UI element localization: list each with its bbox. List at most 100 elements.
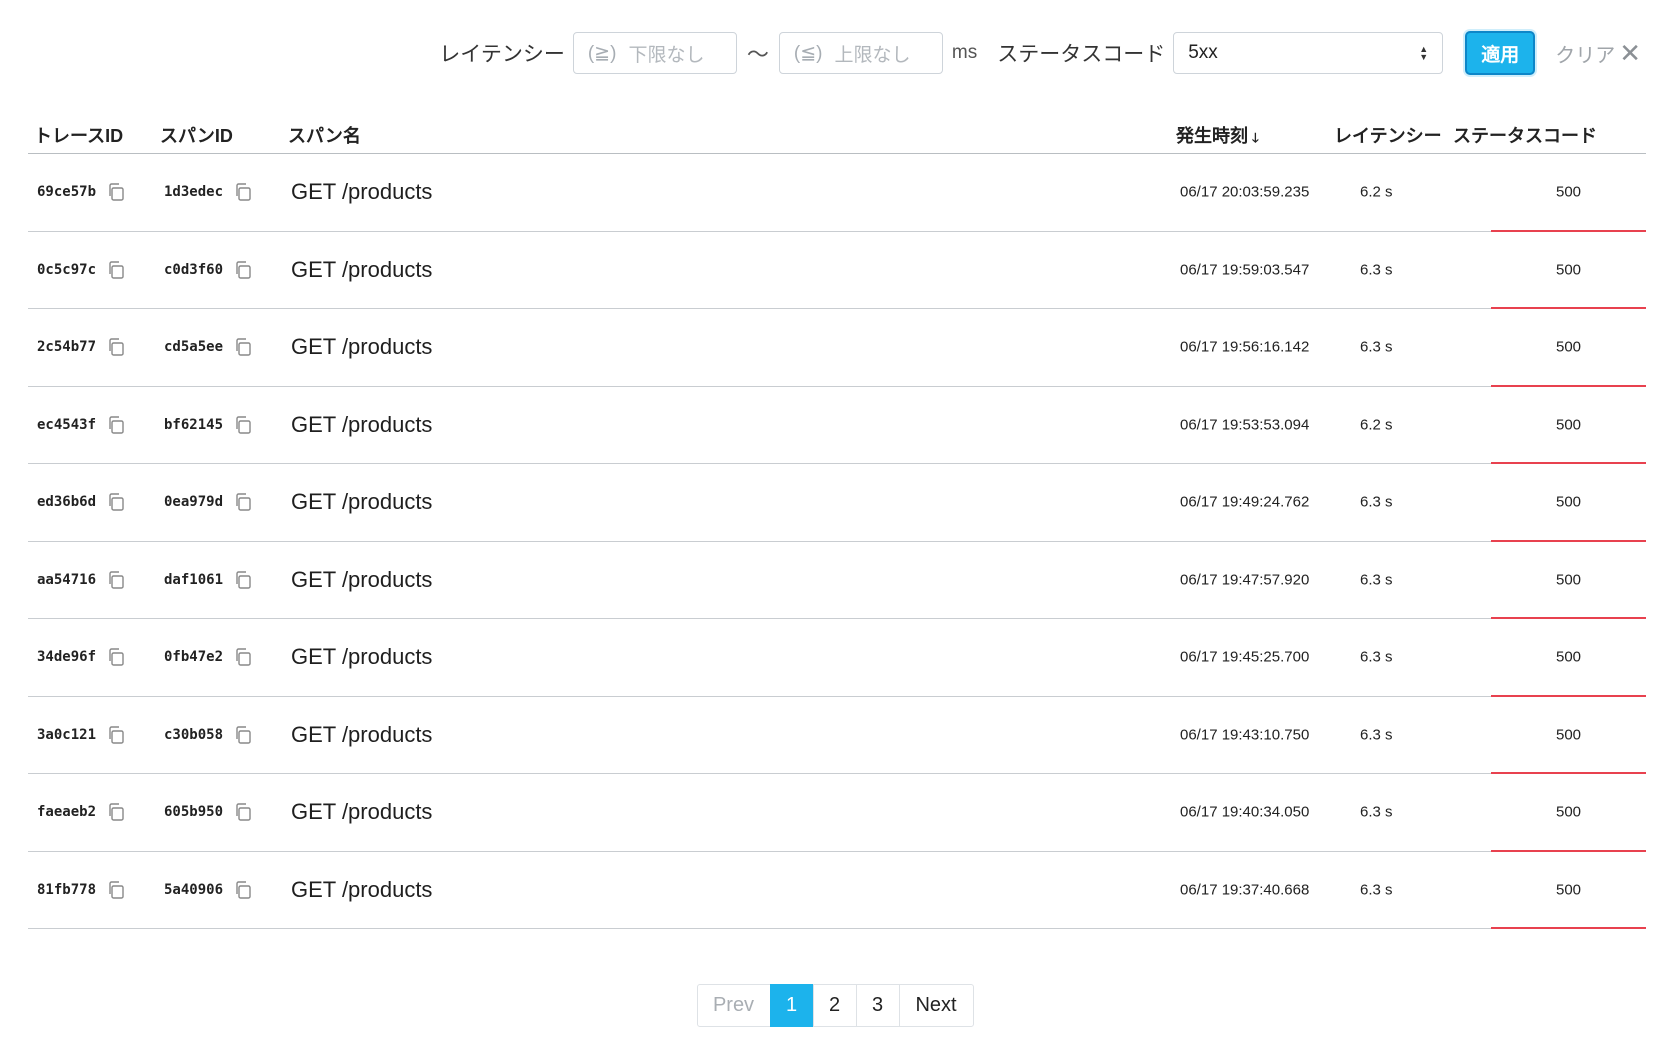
span-name-link[interactable]: GET /products [291,412,432,438]
span-name-link[interactable]: GET /products [291,644,432,670]
status-cell: 500 [1491,774,1646,852]
span-name-link[interactable]: GET /products [291,257,432,283]
latency-cell: 6.3 s [1360,648,1393,666]
copy-icon[interactable] [106,415,126,435]
copy-icon[interactable] [106,570,126,590]
table-row: ed36b6d 0ea979d GET /products 06/17 19:4… [28,464,1646,542]
copy-icon[interactable] [233,880,253,900]
span-table: トレースID スパンID スパン名 発生時刻 🡓 レイテンシー ステータスコード … [28,110,1646,929]
copy-icon[interactable] [106,880,126,900]
span-id-link[interactable]: 1d3edec [164,184,223,200]
header-timestamp-label: 発生時刻 [1176,126,1248,146]
copy-icon[interactable] [106,337,126,357]
span-name-link[interactable]: GET /products [291,179,432,205]
copy-icon[interactable] [233,647,253,667]
span-id-link[interactable]: 0fb47e2 [164,649,223,665]
trace-id-link[interactable]: 3a0c121 [37,727,96,743]
latency-max-placeholder: 上限なし [834,44,911,66]
range-separator: ～ [746,42,769,67]
copy-icon[interactable] [106,802,126,822]
arrow-down-icon: 🡓 [1252,130,1259,145]
apply-button[interactable]: 適用 [1465,31,1536,75]
timestamp-cell: 06/17 19:49:24.762 [1180,493,1310,511]
close-icon: ✕ [1619,37,1641,68]
span-id-link[interactable]: 5a40906 [164,882,223,898]
status-cell: 500 [1491,309,1646,387]
table-row: 69ce57b 1d3edec GET /products 06/17 20:0… [28,154,1646,232]
timestamp-cell: 06/17 19:43:10.750 [1180,726,1310,744]
latency-min-input[interactable]: (≧) 下限なし [572,32,737,74]
status-code-value: 500 [1555,493,1582,511]
trace-id-link[interactable]: ec4543f [37,417,96,433]
trace-id-link[interactable]: 69ce57b [37,184,96,200]
copy-icon[interactable] [233,725,253,745]
copy-icon[interactable] [106,492,126,512]
status-cell: 500 [1491,387,1646,464]
table-row: aa54716 daf1061 GET /products 06/17 19:4… [28,542,1646,619]
min-operator: (≧) [587,42,617,64]
trace-id-link[interactable]: 34de96f [37,649,96,665]
copy-icon[interactable] [233,802,253,822]
latency-cell: 6.3 s [1360,493,1393,511]
trace-id-link[interactable]: 0c5c97c [37,262,96,278]
span-name-link[interactable]: GET /products [291,334,432,360]
status-cell: 500 [1491,542,1646,619]
span-id-link[interactable]: cd5a5ee [164,339,223,355]
next-page-button[interactable]: Next [898,984,974,1027]
trace-id-link[interactable]: faeaeb2 [37,804,96,820]
trace-id-link[interactable]: aa54716 [37,572,96,588]
span-id-link[interactable]: c30b058 [164,727,223,743]
span-id-link[interactable]: c0d3f60 [164,262,223,278]
latency-unit: ms [951,42,978,63]
status-cell: 500 [1491,464,1646,542]
status-code-value: 500 [1555,183,1582,201]
copy-icon[interactable] [233,337,253,357]
filter-bar: レイテンシー (≧) 下限なし ～ (≦) 上限なし ms ステータスコード 5… [439,31,1641,75]
copy-icon[interactable] [233,492,253,512]
page-3-button[interactable]: 3 [855,984,900,1027]
copy-icon[interactable] [233,260,253,280]
copy-icon[interactable] [106,725,126,745]
status-cell: 500 [1491,154,1646,232]
timestamp-cell: 06/17 19:40:34.050 [1180,803,1310,821]
latency-cell: 6.2 s [1360,183,1393,201]
prev-page-button[interactable]: Prev [696,984,771,1027]
status-code-value: 500 [1555,261,1582,279]
trace-id-link[interactable]: 81fb778 [37,882,96,898]
status-code-value: 500 [1555,648,1582,666]
span-name-link[interactable]: GET /products [291,877,432,903]
span-id-link[interactable]: daf1061 [164,572,223,588]
table-header: トレースID スパンID スパン名 発生時刻 🡓 レイテンシー ステータスコード [28,110,1646,154]
copy-icon[interactable] [106,182,126,202]
header-timestamp[interactable]: 発生時刻 🡓 [1176,122,1259,151]
header-span-id: スパンID [160,126,233,146]
span-id-link[interactable]: 0ea979d [164,494,223,510]
clear-label: クリア [1555,44,1616,67]
copy-icon[interactable] [233,415,253,435]
latency-cell: 6.3 s [1360,803,1393,821]
error-underline [1491,927,1646,929]
copy-icon[interactable] [106,260,126,280]
page-2-button[interactable]: 2 [812,984,857,1027]
copy-icon[interactable] [233,182,253,202]
span-id-link[interactable]: 605b950 [164,804,223,820]
span-name-link[interactable]: GET /products [291,567,432,593]
span-name-link[interactable]: GET /products [291,489,432,515]
span-id-link[interactable]: bf62145 [164,417,223,433]
select-arrows-icon: ▲ ▼ [1419,44,1429,62]
latency-cell: 6.3 s [1360,261,1393,279]
status-code-select[interactable]: 5xx ▲ ▼ [1173,32,1444,74]
span-name-link[interactable]: GET /products [291,722,432,748]
trace-id-link[interactable]: ed36b6d [37,494,96,510]
latency-cell: 6.3 s [1360,726,1393,744]
page-1-button[interactable]: 1 [769,984,814,1027]
copy-icon[interactable] [233,570,253,590]
table-row: 2c54b77 cd5a5ee GET /products 06/17 19:5… [28,309,1646,387]
timestamp-cell: 06/17 19:37:40.668 [1180,881,1310,899]
trace-id-link[interactable]: 2c54b77 [37,339,96,355]
clear-button[interactable]: クリア ✕ [1555,38,1641,69]
span-name-link[interactable]: GET /products [291,799,432,825]
latency-max-input[interactable]: (≦) 上限なし [778,32,943,74]
latency-cell: 6.3 s [1360,571,1393,589]
copy-icon[interactable] [106,647,126,667]
